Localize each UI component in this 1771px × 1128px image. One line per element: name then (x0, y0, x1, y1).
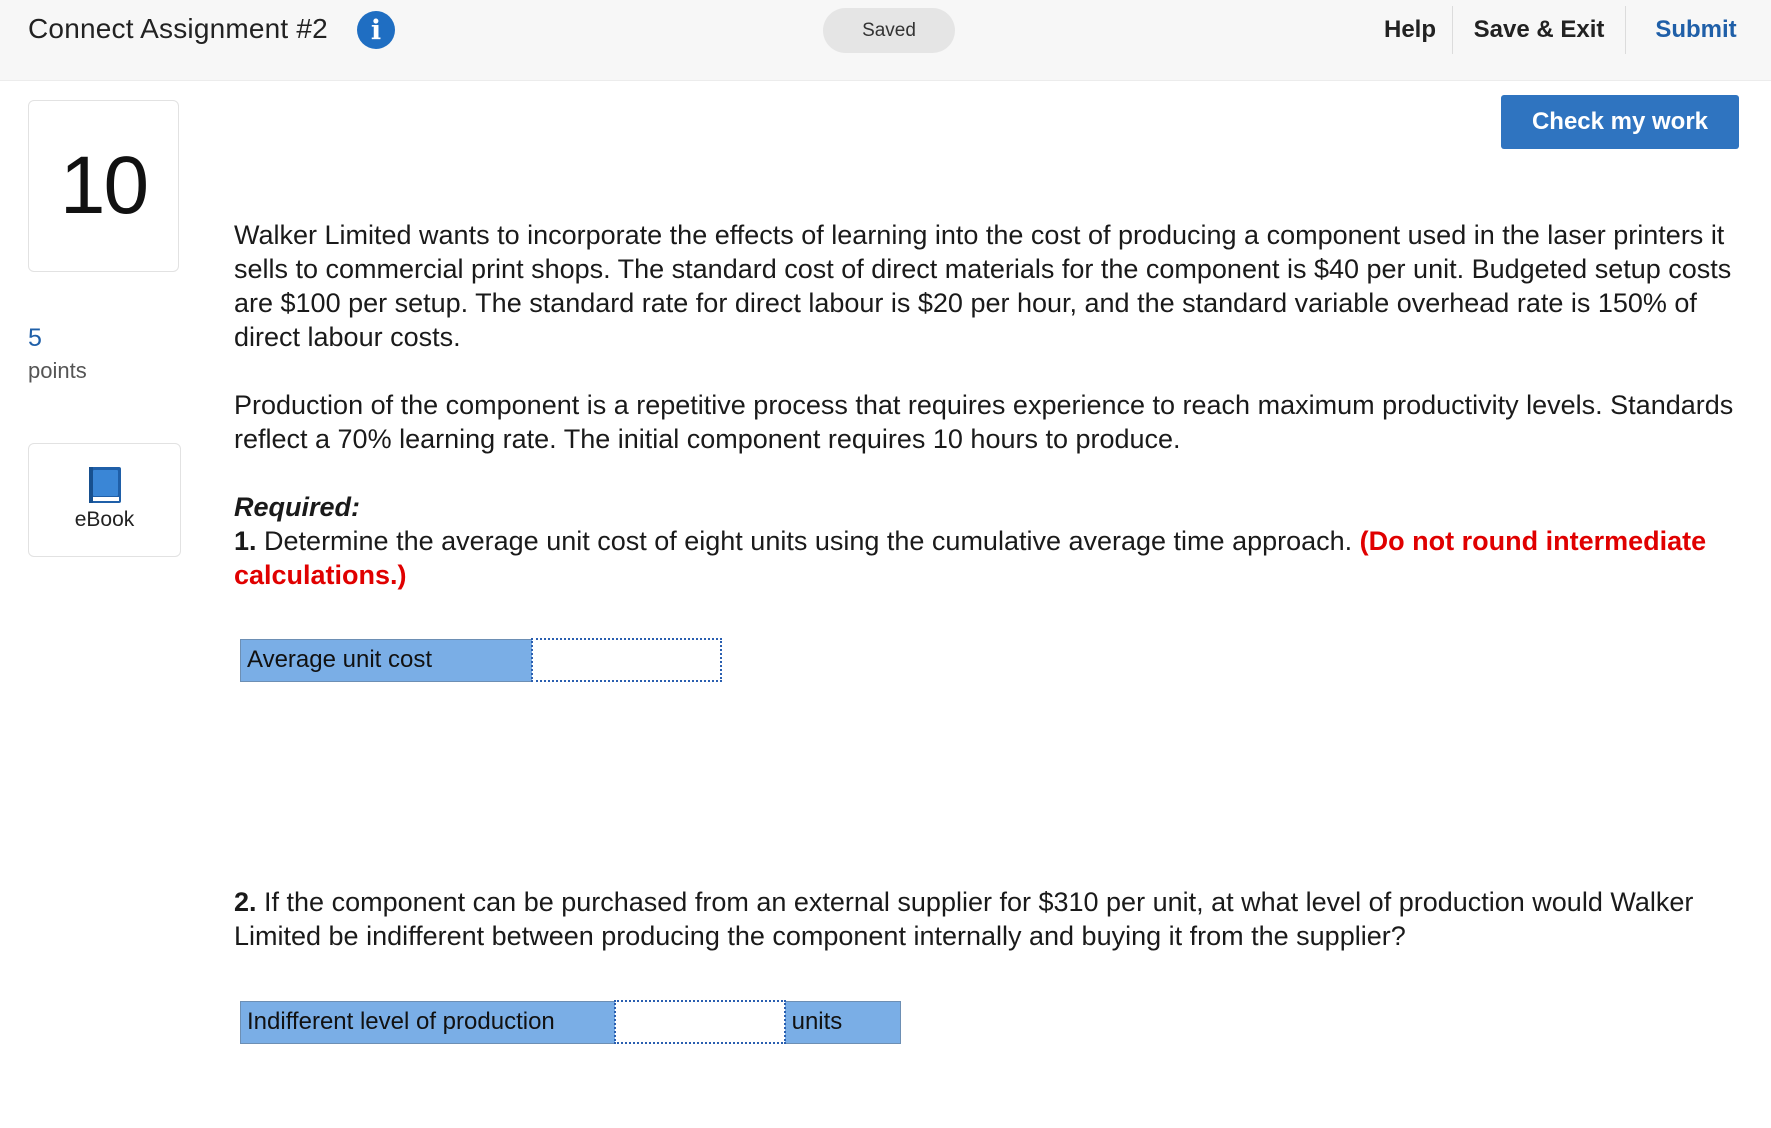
save-exit-link[interactable]: Save & Exit (1452, 6, 1626, 54)
indifferent-level-label: Indifferent level of production (239, 1000, 616, 1044)
points-value: 5 (28, 324, 42, 352)
indifferent-level-input[interactable] (615, 1002, 784, 1042)
part1-prompt: 1. Determine the average unit cost of ei… (234, 524, 1764, 592)
average-unit-cost-input[interactable] (532, 640, 720, 680)
units-label: units (784, 1000, 901, 1044)
ebook-button[interactable]: eBook (28, 443, 181, 557)
table-row: Indifferent level of production units (239, 1000, 901, 1044)
part1-text: Determine the average unit cost of eight… (256, 526, 1360, 556)
part1-number: 1. (234, 526, 257, 556)
saved-status-badge: Saved (823, 8, 955, 53)
required-heading: Required: (234, 492, 361, 522)
required-section: Required: 1. Determine the average unit … (234, 490, 1764, 592)
top-bar: Connect Assignment #2 i Saved Help Save … (0, 0, 1771, 81)
ebook-label: eBook (74, 508, 135, 531)
help-link[interactable]: Help (1370, 0, 1450, 60)
answer-table-1: Average unit cost (239, 638, 723, 682)
points-label: points (28, 358, 87, 383)
part2-prompt: 2. If the component can be purchased fro… (234, 885, 1764, 953)
question-paragraph-2: Production of the component is a repetit… (234, 390, 1734, 454)
average-unit-cost-cell (530, 638, 723, 682)
question-number: 10 (28, 100, 179, 272)
answer-table-2: Indifferent level of production units (239, 1000, 901, 1044)
part2-text: If the component can be purchased from a… (234, 887, 1694, 951)
check-my-work-button[interactable]: Check my work (1501, 95, 1739, 149)
question-paragraph-1: Walker Limited wants to incorporate the … (234, 220, 1732, 352)
book-icon (89, 467, 121, 503)
average-unit-cost-label: Average unit cost (239, 638, 533, 682)
part2-number: 2. (234, 887, 257, 917)
table-row: Average unit cost (239, 638, 723, 682)
submit-link[interactable]: Submit (1626, 0, 1766, 60)
indifferent-level-cell (613, 1000, 786, 1044)
info-icon[interactable]: i (357, 11, 395, 49)
assignment-title: Connect Assignment #2 (28, 13, 328, 44)
